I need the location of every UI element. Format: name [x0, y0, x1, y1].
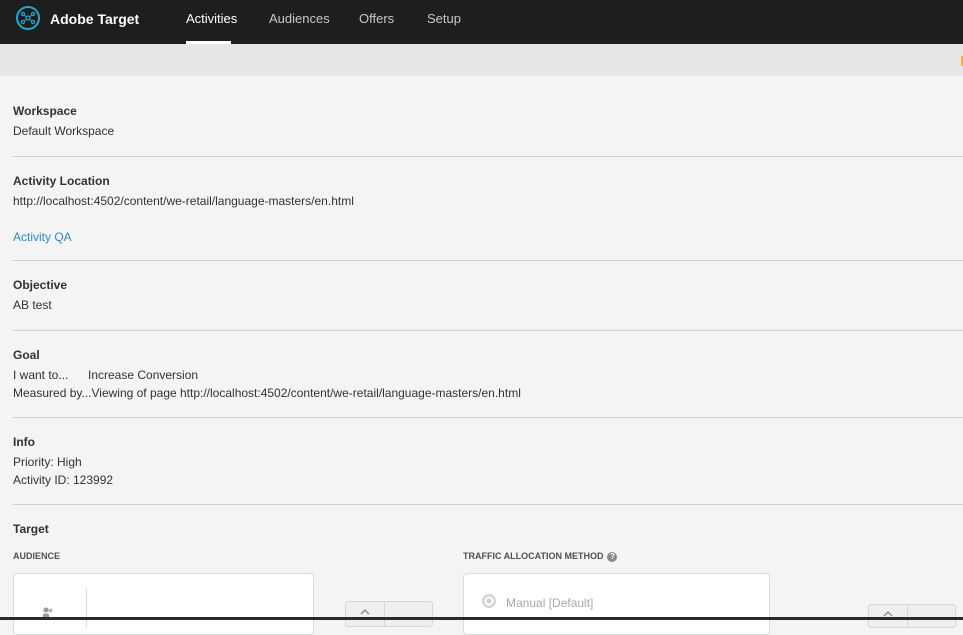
nav-tab-audiences[interactable]: Audiences	[269, 11, 330, 26]
activity-qa-link[interactable]: Activity QA	[13, 230, 72, 244]
target-label: Target	[13, 522, 49, 536]
info-priority: Priority: High	[13, 455, 82, 469]
goal-section: Goal I want to... Increase Conversion Me…	[13, 348, 963, 400]
nav-tab-setup[interactable]: Setup	[427, 11, 461, 26]
target-section: Target	[13, 522, 963, 536]
nav-tab-offers[interactable]: Offers	[359, 11, 394, 26]
activity-qa-row: Activity QA	[13, 228, 963, 246]
info-activity-id: Activity ID: 123992	[13, 473, 114, 487]
card-divider	[86, 588, 87, 628]
traffic-controls[interactable]	[868, 604, 956, 628]
top-navigation-bar: Adobe Target Activities Audiences Offers…	[0, 0, 963, 44]
logo-nodes-icon	[20, 11, 36, 25]
workspace-label: Workspace	[13, 104, 77, 118]
workspace-section: Workspace Default Workspace	[13, 104, 963, 138]
goal-measured-key: Measured by...	[13, 386, 92, 400]
info-label: Info	[13, 435, 35, 449]
activity-location-label: Activity Location	[13, 174, 110, 188]
activity-location-section: Activity Location http://localhost:4502/…	[13, 174, 963, 208]
objective-value: AB test	[13, 298, 52, 312]
workspace-value: Default Workspace	[13, 124, 115, 138]
goal-measured-row: Measured by... Viewing of page http://lo…	[13, 386, 963, 400]
objective-section: Objective AB test	[13, 278, 963, 312]
audience-card[interactable]	[13, 573, 314, 635]
traffic-allocation-heading-wrap: TRAFFIC ALLOCATION METHOD?	[463, 551, 618, 562]
activity-location-url: http://localhost:4502/content/we-retail/…	[13, 194, 354, 208]
button-separator	[384, 602, 385, 626]
goal-measured-value: Viewing of page http://localhost:4502/co…	[91, 386, 521, 400]
traffic-allocation-heading: TRAFFIC ALLOCATION METHOD	[463, 551, 604, 561]
section-divider	[13, 156, 963, 157]
section-divider	[13, 417, 963, 418]
info-section: Info Priority: High Activity ID: 123992	[13, 435, 963, 487]
manual-allocation-label[interactable]: Manual [Default]	[506, 596, 593, 610]
goal-want-value: Increase Conversion	[88, 368, 199, 382]
adobe-target-logo-icon[interactable]	[16, 6, 40, 30]
section-divider	[13, 504, 963, 505]
nav-tab-activities[interactable]: Activities	[186, 11, 237, 26]
help-icon[interactable]: ?	[607, 551, 618, 562]
app-brand-title[interactable]: Adobe Target	[50, 11, 139, 27]
activity-toolbar	[0, 44, 963, 76]
button-separator	[907, 605, 908, 627]
goal-label: Goal	[13, 348, 40, 362]
audience-order-controls[interactable]	[345, 601, 433, 627]
audience-heading: AUDIENCE	[13, 551, 61, 561]
chevron-up-icon[interactable]	[359, 608, 371, 616]
goal-want-row: I want to... Increase Conversion	[13, 368, 963, 382]
goal-want-key: I want to...	[13, 368, 69, 382]
objective-label: Objective	[13, 278, 68, 292]
section-divider	[13, 260, 963, 261]
traffic-allocation-card: Manual [Default]	[463, 573, 770, 635]
section-divider	[13, 330, 963, 331]
manual-allocation-radio[interactable]	[482, 594, 496, 608]
